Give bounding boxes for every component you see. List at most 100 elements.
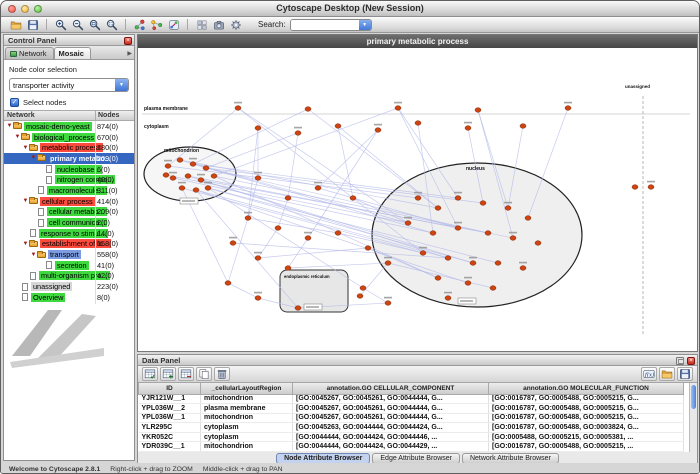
tree-row[interactable]: ▼cellular process414(0)	[4, 196, 134, 207]
network-node[interactable]	[205, 186, 211, 191]
settings-icon[interactable]	[228, 18, 243, 32]
tree-header-network[interactable]: Network	[4, 111, 96, 120]
network-node[interactable]	[179, 186, 185, 191]
tree-row[interactable]: nitrogen compo...40(0)	[4, 174, 134, 185]
network-node[interactable]	[255, 256, 261, 261]
network-node[interactable]	[565, 106, 571, 111]
network-node[interactable]	[285, 196, 291, 201]
vizmapper-icon[interactable]	[166, 18, 181, 32]
table-cell[interactable]: [GO:0045267, GO:0045261, GO:0044444, G..…	[293, 394, 489, 404]
table-cell[interactable]: [GO:0044444, GO:0044424, GO:0044446, ...	[293, 432, 489, 442]
network-edge[interactable]	[318, 188, 353, 198]
zoom-selected-icon[interactable]	[87, 18, 102, 32]
tree-row[interactable]: nucleobase...6(0)	[4, 164, 134, 175]
network-edge[interactable]	[193, 109, 308, 164]
tree-row[interactable]: cellular metabo...209(0)	[4, 207, 134, 218]
table-cell[interactable]: [GO:0044444, GO:0044424, GO:0044429, ...	[293, 442, 489, 452]
network-node[interactable]	[335, 124, 341, 129]
network-node[interactable]	[225, 281, 231, 286]
first-neighbors-icon[interactable]	[149, 18, 164, 32]
network-edge[interactable]	[258, 248, 368, 258]
table-cell[interactable]: mitochondrion	[201, 394, 293, 404]
network-node[interactable]	[420, 251, 426, 256]
table-cell[interactable]: YPL036W__1	[139, 413, 201, 423]
network-node[interactable]	[475, 108, 481, 113]
network-node[interactable]	[203, 166, 209, 171]
network-node[interactable]	[190, 162, 196, 167]
network-node[interactable]	[520, 266, 526, 271]
network-node[interactable]	[245, 216, 251, 221]
formula-builder-icon[interactable]: f(x)	[641, 367, 657, 381]
tree-row[interactable]: unassigned223(0)	[4, 281, 134, 292]
data-panel-close-button[interactable]: ×	[687, 357, 695, 365]
network-node[interactable]	[525, 216, 531, 221]
network-node[interactable]	[455, 196, 461, 201]
table-cell[interactable]: [GO:0016787, GO:0005488, GO:0005215, G..…	[489, 404, 684, 414]
tree-row[interactable]: ▼primary metabo...209(0)	[4, 153, 134, 164]
table-cell[interactable]: [GO:0045267, GO:0045261, GO:0044444, G..…	[293, 404, 489, 414]
network-node[interactable]	[163, 173, 169, 178]
network-node[interactable]	[505, 206, 511, 211]
tab-scroll-right-button[interactable]: ▶	[127, 50, 132, 57]
network-edge[interactable]	[258, 228, 278, 258]
node-color-dropdown[interactable]: transporter activity ▼	[9, 78, 129, 92]
table-cell[interactable]: [GO:0016787, GO:0005488, GO:0005215, G..…	[489, 394, 684, 404]
save-session-icon[interactable]	[25, 18, 40, 32]
search-combobox[interactable]: ▼	[290, 19, 372, 31]
network-node[interactable]	[435, 276, 441, 281]
snapshot-icon[interactable]	[211, 18, 226, 32]
save-attributes-icon[interactable]	[677, 367, 693, 381]
table-row[interactable]: YDR039C__1mitochondrion[GO:0044444, GO:0…	[139, 442, 684, 452]
network-node[interactable]	[485, 231, 491, 236]
copy-attribute-icon[interactable]	[196, 367, 212, 381]
table-cell[interactable]: [GO:0045267, GO:0045261, GO:0044444, G..…	[293, 413, 489, 423]
network-node[interactable]	[193, 188, 199, 193]
network-node[interactable]	[285, 266, 291, 271]
network-node[interactable]	[255, 126, 261, 131]
tree-row[interactable]: cell communica...2(0)	[4, 217, 134, 228]
table-cell[interactable]: [GO:0005488, GO:0005215, GO:0005381, ...	[489, 432, 684, 442]
network-node[interactable]	[520, 124, 526, 129]
expander-icon[interactable]: ▼	[30, 252, 37, 258]
network-node[interactable]	[385, 301, 391, 306]
tree-row[interactable]: secretion41(0)	[4, 260, 134, 271]
network-node[interactable]	[235, 106, 241, 111]
create-attribute-icon[interactable]	[160, 367, 176, 381]
data-panel-titlebar[interactable]: Data Panel ×	[138, 355, 697, 366]
network-node[interactable]	[185, 174, 191, 179]
network-view-titlebar[interactable]: primary metabolic process	[138, 35, 697, 48]
network-node[interactable]	[510, 236, 516, 241]
search-input[interactable]	[291, 20, 359, 30]
new-network-icon[interactable]	[132, 18, 147, 32]
tree-row[interactable]: ▼mosaic-demo-yeast874(0)	[4, 121, 134, 132]
network-node[interactable]	[365, 246, 371, 251]
network-edge[interactable]	[228, 218, 248, 283]
network-edge[interactable]	[206, 133, 298, 168]
import-attributes-icon[interactable]	[659, 367, 675, 381]
network-node[interactable]	[435, 206, 441, 211]
network-node[interactable]	[445, 256, 451, 261]
tree-row[interactable]: ▼metabolic process280(0)	[4, 142, 134, 153]
network-node[interactable]	[350, 196, 356, 201]
scrollbar-thumb[interactable]	[691, 385, 696, 409]
column-header[interactable]: annotation.GO MOLECULAR_FUNCTION	[489, 383, 684, 394]
expander-icon[interactable]: ▼	[22, 145, 29, 151]
zoom-in-icon[interactable]	[53, 18, 68, 32]
table-cell[interactable]: [GO:0016787, GO:0005488, GO:0005215, ...	[489, 442, 684, 452]
delete-attribute-icon[interactable]	[178, 367, 194, 381]
table-cell[interactable]: plasma membrane	[201, 404, 293, 414]
control-panel-titlebar[interactable]: Control Panel ×	[4, 35, 134, 46]
network-node[interactable]	[335, 231, 341, 236]
network-node[interactable]	[275, 226, 281, 231]
open-session-icon[interactable]	[8, 18, 23, 32]
zoom-out-icon[interactable]	[70, 18, 85, 32]
table-cell[interactable]: [GO:0016787, GO:0005488, GO:0005215, G..…	[489, 413, 684, 423]
network-node[interactable]	[430, 231, 436, 236]
network-node[interactable]	[648, 185, 654, 190]
tab-edge-attribute-browser[interactable]: Edge Attribute Browser	[372, 453, 460, 464]
tab-mosaic[interactable]: Mosaic	[54, 47, 91, 59]
tree-row[interactable]: ▼establishment of lo...558(0)	[4, 239, 134, 250]
nucleus-compartment[interactable]	[372, 163, 582, 307]
network-edge[interactable]	[248, 218, 338, 233]
network-node[interactable]	[305, 107, 311, 112]
